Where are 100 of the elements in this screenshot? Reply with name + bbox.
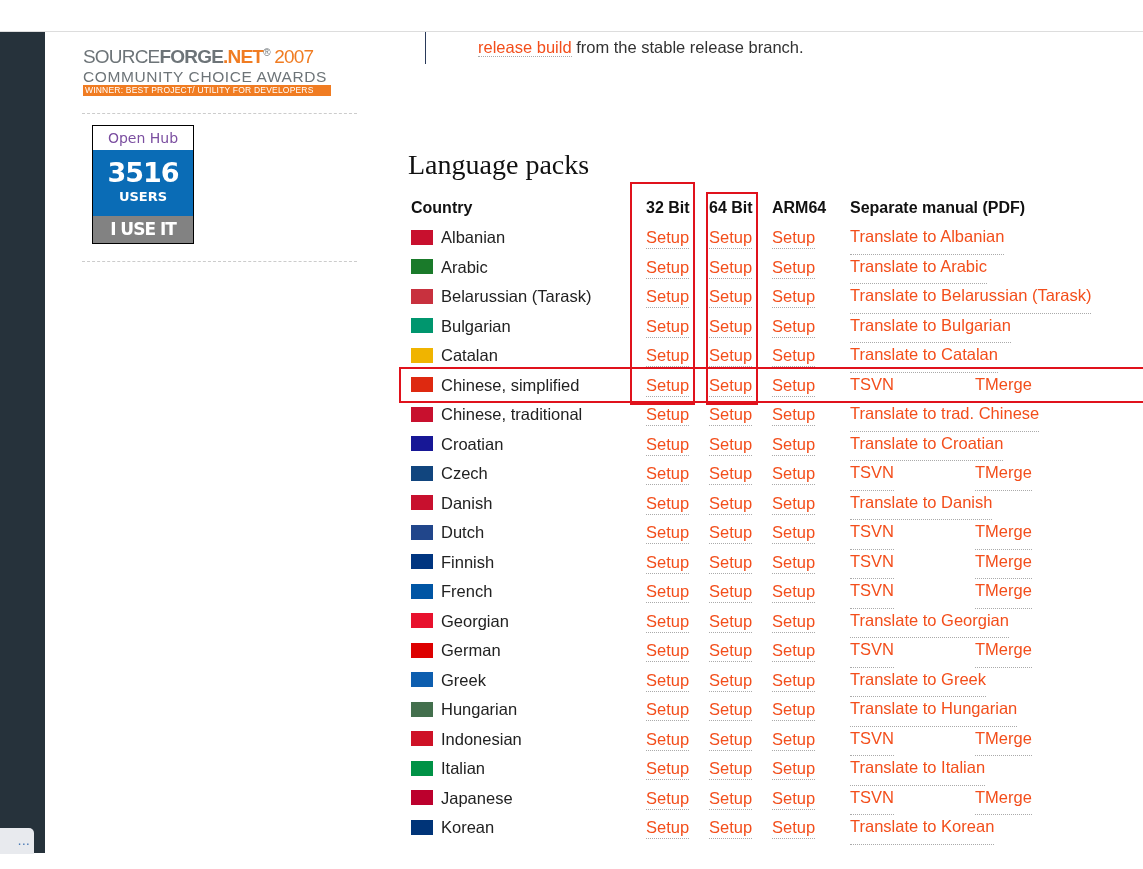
setup-link[interactable]: Setup bbox=[709, 639, 753, 662]
manual-link[interactable]: Translate to Georgian bbox=[850, 608, 1009, 638]
country-name: German bbox=[441, 640, 501, 662]
manual-link[interactable]: TSVN bbox=[850, 579, 894, 609]
setup-link[interactable]: Setup bbox=[772, 698, 816, 721]
setup-link[interactable]: Setup bbox=[646, 786, 690, 810]
setup-link[interactable]: Setup bbox=[709, 403, 753, 426]
setup-link[interactable]: Setup bbox=[772, 550, 816, 574]
manual-link[interactable]: Translate to Croatian bbox=[850, 431, 1004, 461]
setup-link[interactable]: Setup bbox=[646, 816, 690, 839]
manual-link[interactable]: TMerge bbox=[975, 520, 1032, 550]
manual-link[interactable]: TSVN bbox=[850, 785, 894, 815]
setup-link[interactable]: Setup bbox=[709, 432, 753, 456]
manual-link[interactable]: Translate to Catalan bbox=[850, 343, 998, 373]
setup-link[interactable]: Setup bbox=[709, 226, 753, 249]
setup-link[interactable]: Setup bbox=[772, 786, 816, 810]
manual-link[interactable]: TMerge bbox=[975, 461, 1032, 491]
manual-link[interactable]: Translate to trad. Chinese bbox=[850, 402, 1040, 432]
setup-link[interactable]: Setup bbox=[709, 668, 753, 692]
setup-link[interactable]: Setup bbox=[646, 373, 690, 397]
setup-link[interactable]: Setup bbox=[772, 727, 816, 751]
setup-link[interactable]: Setup bbox=[646, 285, 690, 308]
manual-link[interactable]: TSVN bbox=[850, 726, 894, 756]
setup-link[interactable]: Setup bbox=[646, 668, 690, 692]
setup-link[interactable]: Setup bbox=[709, 727, 753, 751]
setup-link[interactable]: Setup bbox=[646, 314, 690, 338]
setup-link[interactable]: Setup bbox=[646, 609, 690, 633]
setup-link[interactable]: Setup bbox=[709, 462, 753, 485]
award-logo[interactable]: SOURCEFORGE.NET$^{®}$ 2007 COMMUNITY CHOICE AWARDS WINNER: BEST PROJECT/ UTILITY FOR DEVELOPERS bbox=[83, 42, 331, 97]
setup-link[interactable]: Setup bbox=[646, 639, 690, 662]
setup-link[interactable]: Setup bbox=[646, 550, 690, 574]
setup-link[interactable]: Setup bbox=[772, 285, 816, 308]
setup-link[interactable]: Setup bbox=[772, 580, 816, 603]
openhub-badge[interactable]: Open Hub 3516 USERS I USE IT bbox=[92, 125, 194, 245]
manual-link[interactable]: TMerge bbox=[975, 785, 1032, 815]
setup-link[interactable]: Setup bbox=[709, 698, 753, 721]
country-name: Greek bbox=[441, 669, 486, 691]
setup-link[interactable]: Setup bbox=[772, 491, 816, 515]
setup-link[interactable]: Setup bbox=[709, 786, 753, 810]
column-header: Separate manual (PDF) bbox=[849, 198, 1026, 218]
setup-link[interactable]: Setup bbox=[646, 432, 690, 456]
manual-link[interactable]: Translate to Arabic bbox=[850, 254, 987, 284]
setup-link[interactable]: Setup bbox=[709, 491, 753, 515]
manual-link[interactable]: Translate to Korean bbox=[850, 815, 995, 845]
manual-link[interactable]: Translate to Greek bbox=[850, 667, 987, 697]
manual-link[interactable]: TSVN bbox=[850, 638, 894, 668]
manual-link[interactable]: TMerge bbox=[975, 549, 1032, 579]
manual-link[interactable]: TSVN bbox=[850, 461, 894, 491]
setup-link[interactable]: Setup bbox=[646, 255, 690, 279]
setup-link[interactable]: Setup bbox=[772, 521, 816, 544]
manual-link[interactable]: Translate to Belarussian (Tarask) bbox=[850, 284, 1092, 314]
setup-link[interactable]: Setup bbox=[772, 639, 816, 662]
setup-link[interactable]: Setup bbox=[709, 314, 753, 338]
setup-link[interactable]: Setup bbox=[646, 403, 690, 426]
setup-link[interactable]: Setup bbox=[772, 314, 816, 338]
country-name: Dutch bbox=[441, 522, 485, 544]
setup-link[interactable]: Setup bbox=[709, 609, 753, 633]
setup-link[interactable]: Setup bbox=[709, 550, 753, 574]
setup-link[interactable]: Setup bbox=[772, 816, 816, 839]
setup-link[interactable]: Setup bbox=[646, 580, 690, 603]
setup-link[interactable]: Setup bbox=[772, 668, 816, 692]
manual-link[interactable]: TSVN bbox=[850, 372, 894, 402]
manual-link[interactable]: TMerge bbox=[975, 638, 1032, 668]
manual-link[interactable]: TMerge bbox=[975, 726, 1032, 756]
manual-link[interactable]: Translate to Italian bbox=[850, 756, 986, 786]
setup-link[interactable]: Setup bbox=[772, 432, 816, 456]
setup-link[interactable]: Setup bbox=[709, 580, 753, 603]
setup-link[interactable]: Setup bbox=[772, 344, 816, 367]
manual-link[interactable]: Translate to Danish bbox=[850, 490, 993, 520]
setup-link[interactable]: Setup bbox=[772, 462, 816, 485]
setup-link[interactable]: Setup bbox=[646, 491, 690, 515]
setup-link[interactable]: Setup bbox=[772, 757, 816, 780]
setup-link[interactable]: Setup bbox=[709, 255, 753, 279]
setup-link[interactable]: Setup bbox=[772, 226, 816, 249]
manual-link[interactable]: Translate to Albanian bbox=[850, 225, 1005, 255]
setup-link[interactable]: Setup bbox=[646, 521, 690, 544]
setup-link[interactable]: Setup bbox=[772, 403, 816, 426]
setup-link[interactable]: Setup bbox=[772, 609, 816, 633]
setup-link[interactable]: Setup bbox=[709, 816, 753, 839]
setup-link[interactable]: Setup bbox=[709, 285, 753, 308]
setup-link[interactable]: Setup bbox=[646, 727, 690, 751]
release-build-link[interactable]: release build bbox=[478, 38, 572, 57]
setup-link[interactable]: Setup bbox=[646, 698, 690, 721]
setup-link[interactable]: Setup bbox=[772, 255, 816, 279]
manual-link[interactable]: TMerge bbox=[975, 372, 1032, 402]
setup-link[interactable]: Setup bbox=[709, 373, 753, 397]
setup-link[interactable]: Setup bbox=[646, 462, 690, 485]
setup-link[interactable]: Setup bbox=[646, 226, 690, 249]
setup-link[interactable]: Setup bbox=[646, 344, 690, 367]
manual-link[interactable]: TSVN bbox=[850, 520, 894, 550]
setup-link[interactable]: Setup bbox=[709, 344, 753, 367]
country-name: Arabic bbox=[441, 256, 488, 278]
setup-link[interactable]: Setup bbox=[709, 521, 753, 544]
manual-link[interactable]: TMerge bbox=[975, 579, 1032, 609]
setup-link[interactable]: Setup bbox=[646, 757, 690, 780]
manual-link[interactable]: TSVN bbox=[850, 549, 894, 579]
setup-link[interactable]: Setup bbox=[709, 757, 753, 780]
manual-link[interactable]: Translate to Hungarian bbox=[850, 697, 1018, 727]
setup-link[interactable]: Setup bbox=[772, 373, 816, 397]
manual-link[interactable]: Translate to Bulgarian bbox=[850, 313, 1011, 343]
